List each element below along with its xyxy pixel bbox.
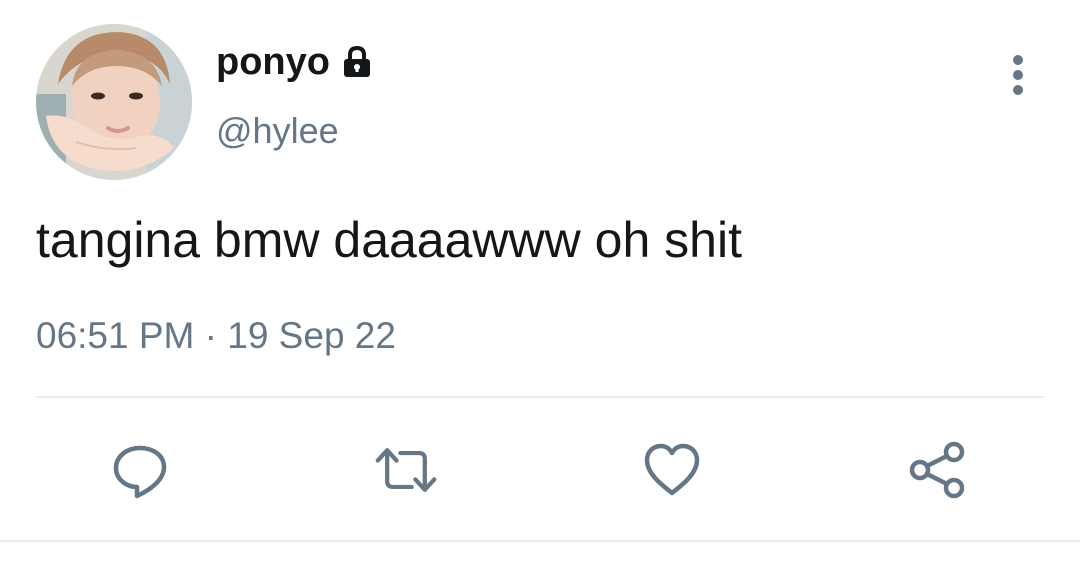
share-nodes-icon — [909, 441, 965, 499]
tweet-text: tangina bmw daaaawww oh shit — [36, 212, 742, 268]
tweet-detail: ponyo @hylee tangina bmw daaaawww oh shi… — [0, 0, 1080, 561]
tweet-timestamp[interactable]: 06:51 PM · 19 Sep 22 — [36, 314, 396, 358]
lock-icon — [340, 45, 374, 79]
like-button[interactable] — [640, 438, 704, 502]
reply-button[interactable] — [108, 438, 172, 502]
display-name-row[interactable]: ponyo — [216, 40, 374, 84]
avatar[interactable] — [36, 24, 192, 180]
retweet-arrows-icon — [375, 448, 437, 492]
avatar-photo — [36, 24, 192, 180]
divider — [36, 396, 1044, 398]
bottom-divider — [0, 540, 1080, 542]
retweet-button[interactable] — [374, 438, 438, 502]
vertical-dots-icon — [1013, 55, 1023, 95]
speech-bubble-icon — [113, 445, 167, 499]
heart-outline-icon — [644, 443, 700, 496]
display-name: ponyo — [216, 41, 330, 83]
user-handle[interactable]: @hylee — [216, 110, 339, 152]
share-button[interactable] — [906, 438, 970, 502]
more-options-button[interactable] — [996, 50, 1040, 100]
